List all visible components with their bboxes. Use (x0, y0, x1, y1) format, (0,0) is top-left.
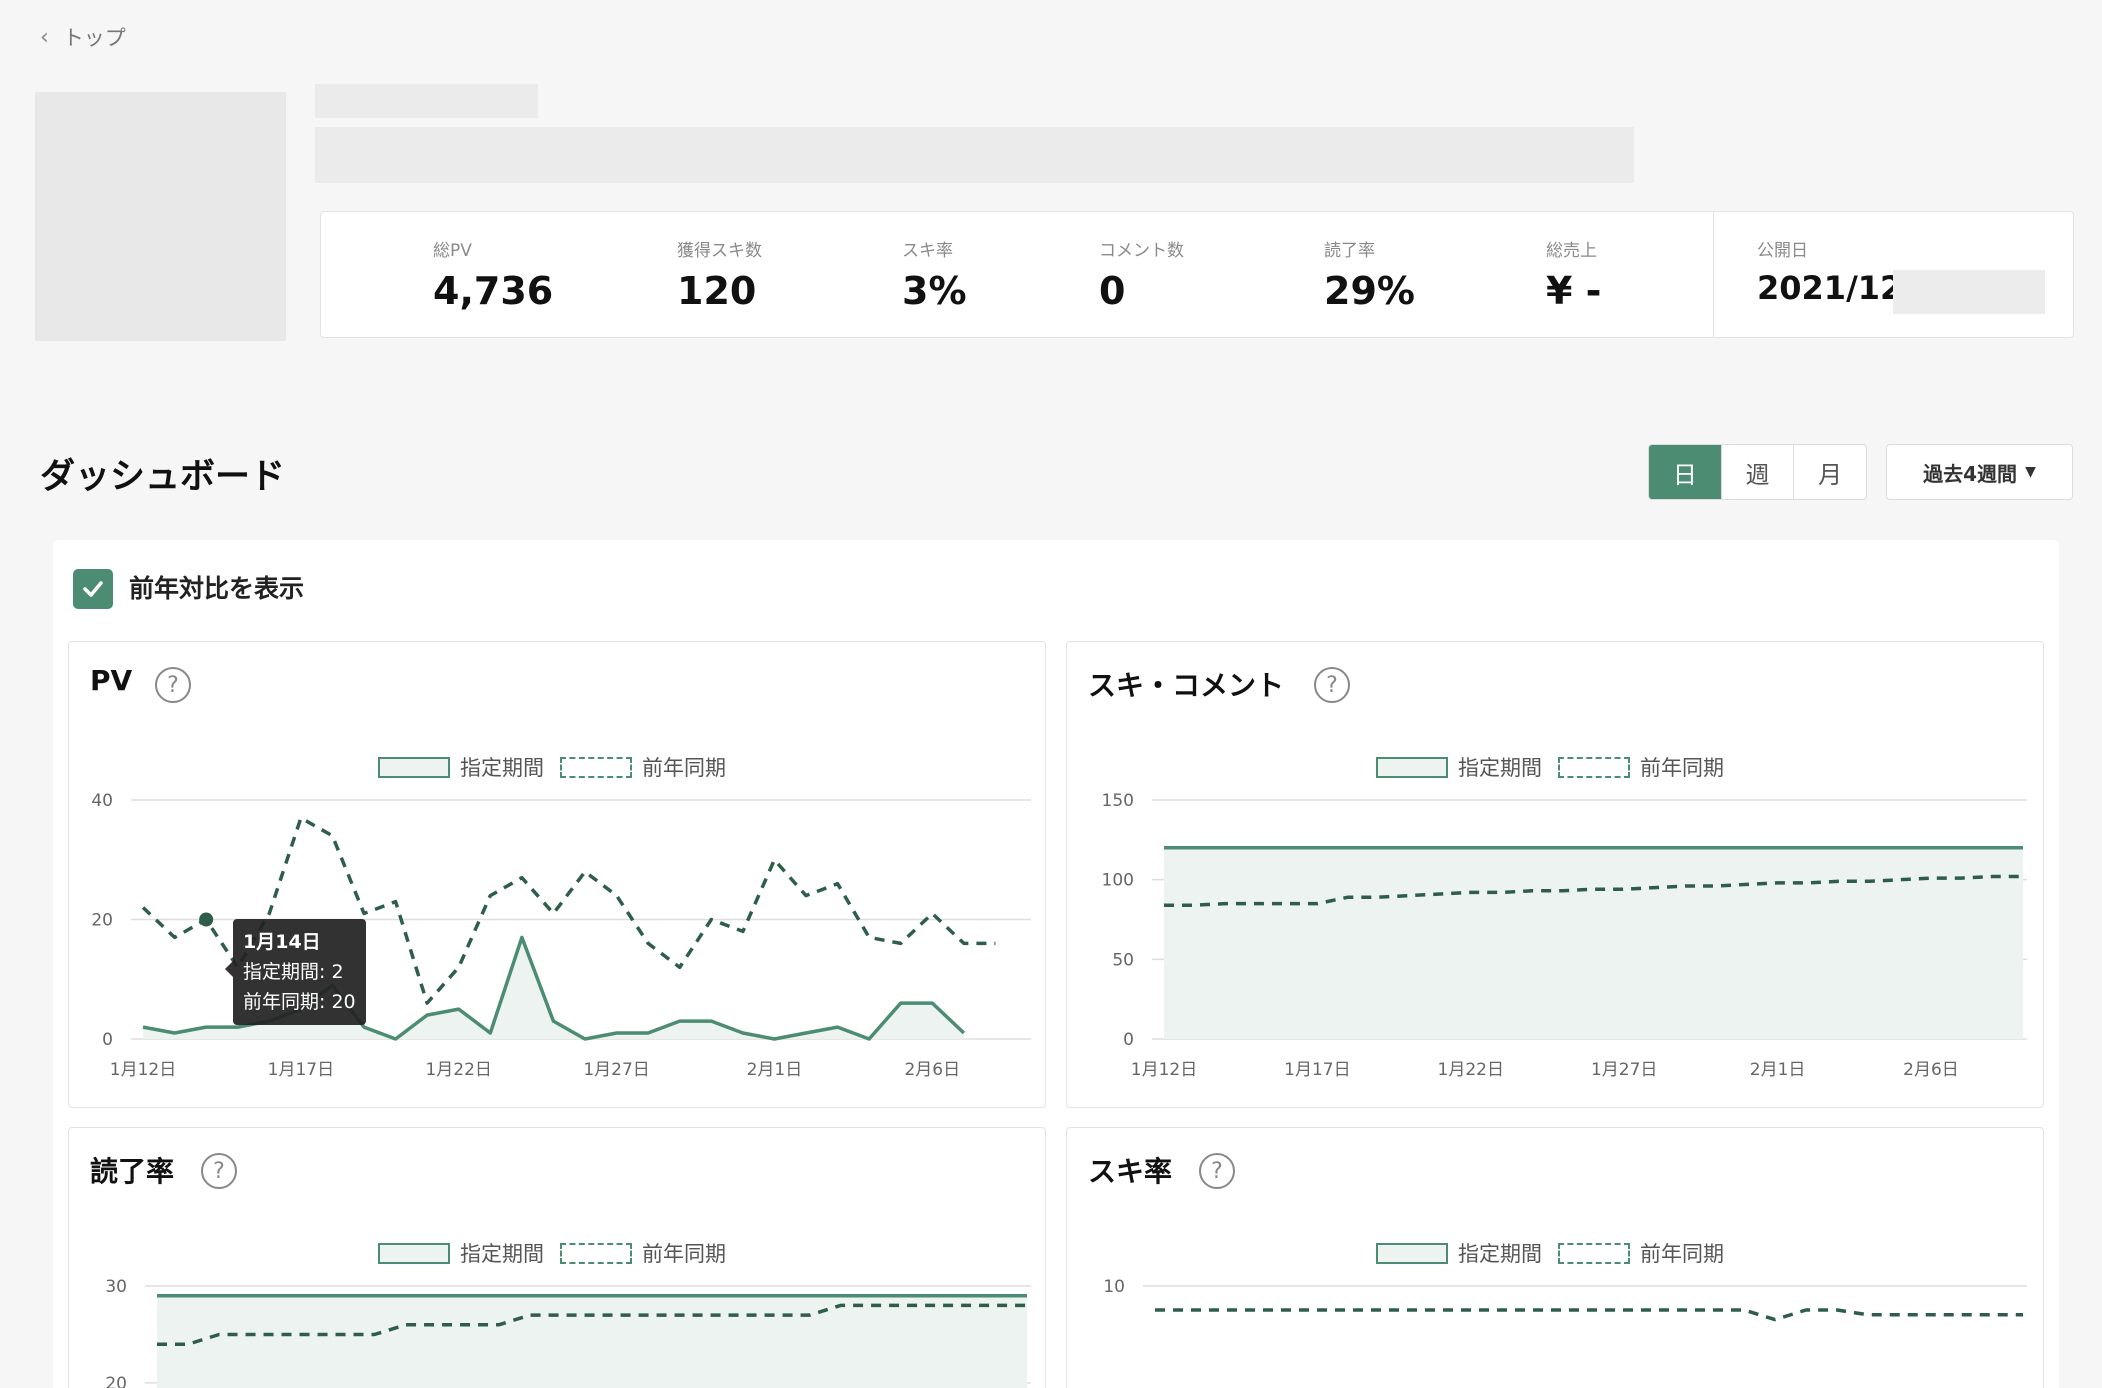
stat-label: 総売上 (1546, 241, 1597, 261)
check-icon (83, 581, 103, 597)
tab-month[interactable]: 月 (1793, 445, 1866, 499)
article-meta-placeholder (315, 84, 538, 118)
chart-card-likes-comments: スキ・コメント ? 指定期間 前年同期 0 50 100 150 1月12日 1月17日 1… (1066, 641, 2044, 1108)
y-tick-label: 100 (1102, 871, 1134, 891)
stat-label: 公開日 (1757, 241, 1808, 261)
compare-checkbox[interactable] (73, 569, 113, 609)
stat-label: 読了率 (1324, 241, 1375, 261)
pv-chart[interactable]: 0 20 40 1月12日 1月17日 1月22日 1月27日 2月1日 2月6日 (69, 642, 1045, 1107)
caret-down-icon: ▼ (2025, 464, 2036, 480)
x-tick-label: 1月22日 (1438, 1060, 1504, 1080)
stat-value: 0 (1099, 269, 1126, 313)
article-thumbnail-placeholder (35, 92, 286, 341)
chart-card-pv: PV ? 指定期間 前年同期 0 20 40 1月12日 1月17日 1月22日 1月27日… (68, 641, 1046, 1108)
back-link[interactable]: ‹ トップ (40, 22, 126, 52)
chart-tooltip: 1月14日 指定期間: 2 前年同期: 20 (225, 919, 366, 1025)
range-dropdown[interactable]: 過去4週間 ▼ (1886, 444, 2073, 500)
tooltip-current: 指定期間: 2 (243, 961, 344, 983)
y-tick-label: 30 (105, 1277, 127, 1297)
series-area (157, 1295, 1027, 1388)
range-label: 過去4週間 (1923, 461, 2018, 486)
stat-like-rate: スキ率 3% (902, 236, 967, 313)
stat-likes: 獲得スキ数 120 (677, 236, 762, 313)
stat-comments: コメント数 0 (1099, 236, 1184, 313)
date-redaction (1893, 270, 2045, 314)
x-tick-label: 2月6日 (1903, 1060, 1959, 1080)
stat-label: 総PV (433, 241, 472, 261)
stats-panel: 総PV 4,736 獲得スキ数 120 スキ率 3% コメント数 0 読了率 2… (320, 211, 2074, 338)
tab-day[interactable]: 日 (1649, 445, 1721, 499)
stat-sales: 総売上 ¥ - (1546, 236, 1601, 313)
x-tick-label: 1月12日 (110, 1060, 176, 1080)
stat-value: 3% (902, 269, 967, 313)
like-rate-chart[interactable]: 10 (1067, 1128, 2043, 1388)
y-tick-label: 20 (91, 911, 113, 931)
stat-published-date: 公開日 2021/12/ (1757, 236, 1914, 307)
stat-read-rate: 読了率 29% (1324, 236, 1415, 313)
stat-label: コメント数 (1099, 241, 1184, 261)
chart-card-like-rate: スキ率 ? 指定期間 前年同期 10 (1066, 1127, 2044, 1388)
x-tick-label: 2月1日 (747, 1060, 803, 1080)
tooltip-previous: 前年同期: 20 (243, 991, 356, 1013)
article-title-placeholder (315, 127, 1634, 183)
compare-checkbox-label[interactable]: 前年対比を表示 (129, 570, 304, 608)
y-tick-label: 0 (1123, 1030, 1134, 1050)
y-tick-label: 10 (1103, 1277, 1125, 1297)
stat-value: 4,736 (433, 269, 554, 313)
stat-value: 2021/12/ (1757, 269, 1914, 307)
dashboard-title: ダッシュボード (40, 457, 286, 497)
stat-total-pv: 総PV 4,736 (433, 236, 553, 313)
x-tick-label: 1月12日 (1131, 1060, 1197, 1080)
back-link-label: トップ (62, 26, 126, 50)
stat-value: 29% (1324, 269, 1415, 313)
chart-card-read-rate: 読了率 ? 指定期間 前年同期 20 30 (68, 1127, 1046, 1388)
x-tick-label: 1月22日 (425, 1060, 491, 1080)
x-tick-label: 2月1日 (1750, 1060, 1806, 1080)
stat-label: 獲得スキ数 (677, 241, 762, 261)
series-line-previous (1155, 1308, 2023, 1322)
stat-label: スキ率 (902, 241, 953, 261)
x-tick-label: 1月27日 (1591, 1060, 1657, 1080)
period-toggle: 日 週 月 (1648, 444, 1867, 500)
likes-comments-chart[interactable]: 0 50 100 150 1月12日 1月17日 1月22日 1月27日 2月1日 2月6日 (1067, 642, 2043, 1107)
x-tick-label: 1月17日 (1284, 1060, 1350, 1080)
x-tick-label: 1月17日 (268, 1060, 334, 1080)
y-tick-label: 40 (91, 791, 113, 811)
series-area (1164, 847, 2023, 1039)
y-tick-label: 150 (1102, 791, 1134, 811)
x-tick-label: 2月6日 (904, 1060, 960, 1080)
stat-value: ¥ - (1546, 269, 1602, 313)
x-tick-label: 1月27日 (583, 1060, 649, 1080)
stats-divider (1713, 212, 1714, 337)
y-tick-label: 0 (102, 1030, 113, 1050)
chevron-left-icon: ‹ (40, 24, 49, 50)
tab-week[interactable]: 週 (1720, 445, 1794, 499)
stat-value: 120 (677, 269, 757, 313)
y-tick-label: 20 (105, 1374, 127, 1388)
hover-point (199, 912, 214, 927)
tooltip-title: 1月14日 (243, 931, 321, 953)
y-tick-label: 50 (1112, 950, 1134, 970)
read-rate-chart[interactable]: 2030 (69, 1128, 1045, 1388)
